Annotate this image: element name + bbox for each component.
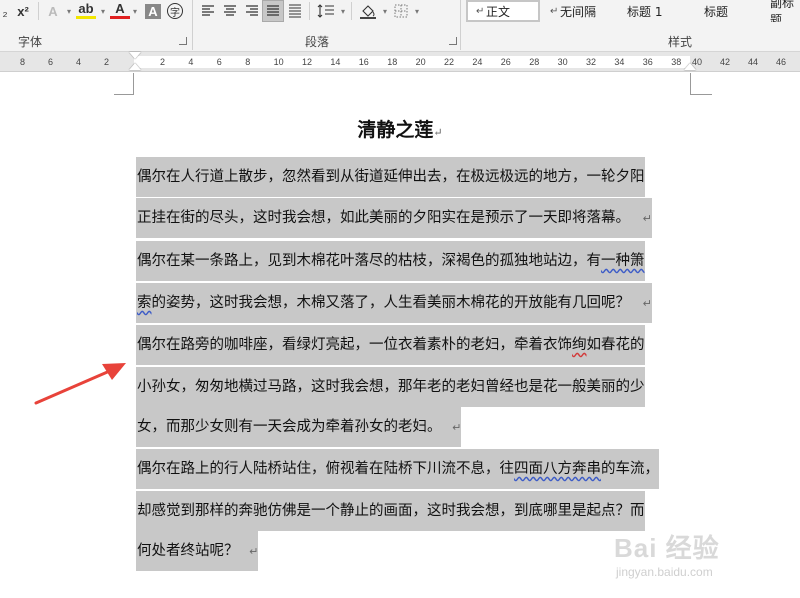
ruler-tick-label: 16 <box>358 57 369 67</box>
ribbon: ₂ x² A ▾ ab ▾ A ▾ A 字 ▾ ▾ ▾ ↵ 正文 ↵ 无间隔 标… <box>0 0 800 52</box>
style-label: 标题 <box>704 4 729 19</box>
align-center-icon <box>224 5 236 16</box>
first-line-indent-marker[interactable] <box>129 52 141 59</box>
watermark-url: jingyan.baidu.com <box>616 565 713 579</box>
ribbon-divider <box>309 2 310 20</box>
paragraph-mark-icon: ↵ <box>476 5 485 17</box>
enclosed-char-icon: 字 <box>167 3 183 19</box>
ruler-tick-label: 8 <box>20 57 26 67</box>
ruler-tick-label: 2 <box>104 57 110 67</box>
ruler-tick-label: 28 <box>529 57 540 67</box>
ruler-tick-label: 4 <box>76 57 82 67</box>
chevron-down-icon[interactable]: ▾ <box>64 0 74 22</box>
ruler-tick-label: 32 <box>586 57 597 67</box>
line-spacing-button[interactable] <box>315 0 337 22</box>
highlight-color-button[interactable]: ab <box>76 0 96 19</box>
subscript-button[interactable]: ₂ <box>0 0 10 22</box>
distributed-button[interactable] <box>285 0 305 22</box>
style-subtitle[interactable]: 副标题 <box>762 0 800 22</box>
font-dialog-launcher[interactable] <box>179 37 187 45</box>
align-left-icon <box>202 5 214 16</box>
ruler-tick-label: 4 <box>188 57 194 67</box>
justify-icon <box>267 5 279 16</box>
ruler-tick-label: 46 <box>776 57 787 67</box>
watermark: Bai 经验 jingyan.baidu.com <box>614 528 720 579</box>
horizontal-ruler[interactable]: 8 6 4 2 2 4 6 8 10 12 14 16 18 20 22 24 26 28 30 32 34 36 38 40… <box>0 52 800 72</box>
shading-icon: A <box>145 3 161 19</box>
font-color-button[interactable]: A <box>110 0 130 19</box>
ruler-tick-label: 14 <box>330 57 341 67</box>
borders-button[interactable] <box>391 0 411 22</box>
chevron-down-icon[interactable]: ▾ <box>412 0 422 22</box>
character-shading-button[interactable]: A <box>144 0 162 22</box>
group-label-styles: 样式 <box>668 35 693 49</box>
ruler-tick-label: 22 <box>444 57 455 67</box>
ruler-tick-label: 8 <box>245 57 251 67</box>
style-label: 副标题 <box>770 0 795 22</box>
paragraph-mark-icon: ↵ <box>550 5 559 17</box>
align-right-icon <box>246 5 258 16</box>
align-right-button[interactable] <box>242 0 262 22</box>
arrow-annotation <box>34 363 126 405</box>
ruler-tick-label: 20 <box>415 57 426 67</box>
style-label: 正文 <box>486 4 511 19</box>
enclose-characters-button[interactable]: 字 <box>165 0 185 22</box>
ruler-tick-label: 10 <box>273 57 284 67</box>
style-title[interactable]: 标题 <box>696 0 760 22</box>
style-heading-1[interactable]: 标题 1 <box>622 0 694 22</box>
ruler-tick-label: 30 <box>557 57 568 67</box>
line-spacing-icon <box>317 4 334 18</box>
shading-button[interactable] <box>357 0 379 22</box>
chevron-down-icon[interactable]: ▾ <box>130 0 140 22</box>
group-label-paragraph: 段落 <box>305 35 330 49</box>
chevron-down-icon[interactable]: ▾ <box>338 0 348 22</box>
ruler-tick-label: 34 <box>614 57 625 67</box>
superscript-button[interactable]: x² <box>12 0 34 22</box>
ruler-tick-label: 26 <box>500 57 511 67</box>
justify-button[interactable] <box>262 0 284 22</box>
ruler-tick-label: 38 <box>671 57 682 67</box>
ruler-tick-label: 6 <box>48 57 54 67</box>
ribbon-divider <box>460 0 461 50</box>
text-effects-button[interactable]: A <box>42 0 64 22</box>
highlighter-icon: ab <box>78 0 94 16</box>
ruler-tick-label: 36 <box>642 57 653 67</box>
right-indent-marker[interactable] <box>684 63 696 70</box>
ruler-tick-label: 42 <box>720 57 731 67</box>
document-page[interactable]: 清静之莲↵ 偶尔在人行道上散步，忽然看到从街道延伸出去，在极远极远的地方，一轮夕… <box>0 73 800 598</box>
style-label: 无间隔 <box>560 4 597 19</box>
paragraph-dialog-launcher[interactable] <box>449 37 457 45</box>
paint-bucket-icon <box>360 5 376 19</box>
align-left-button[interactable] <box>198 0 218 22</box>
ribbon-divider <box>38 2 39 20</box>
style-normal[interactable]: ↵ 正文 <box>466 0 540 22</box>
ruler-tick-label: 6 <box>216 57 222 67</box>
chevron-down-icon[interactable]: ▾ <box>98 0 108 22</box>
borders-icon <box>394 4 408 18</box>
align-center-button[interactable] <box>220 0 240 22</box>
distribute-icon <box>289 4 301 18</box>
ribbon-divider <box>192 0 193 50</box>
ruler-tick-label: 24 <box>472 57 483 67</box>
ruler-tick-label: 44 <box>748 57 759 67</box>
ribbon-divider <box>351 2 352 20</box>
arrow-shaft <box>34 368 114 405</box>
ruler-tick-label: 18 <box>387 57 398 67</box>
left-indent-marker[interactable] <box>129 63 141 70</box>
style-label: 标题 1 <box>627 4 663 19</box>
ruler-tick-label: 12 <box>302 57 313 67</box>
chevron-down-icon[interactable]: ▾ <box>380 0 390 22</box>
ruler-tick-label: 2 <box>160 57 166 67</box>
style-no-spacing[interactable]: ↵ 无间隔 <box>542 0 620 22</box>
group-label-font: 字体 <box>18 35 43 49</box>
watermark-logo-text: Bai 经验 <box>614 533 720 563</box>
